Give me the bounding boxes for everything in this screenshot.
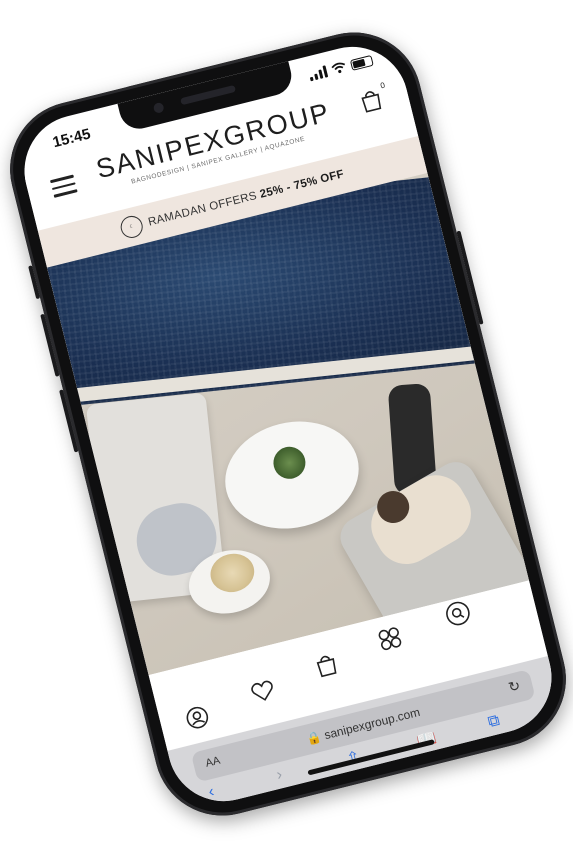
volume-up-button xyxy=(40,313,60,377)
battery-icon xyxy=(349,54,374,71)
wifi-icon xyxy=(331,62,346,74)
signal-bars-icon xyxy=(308,65,329,82)
hamburger-menu-icon[interactable] xyxy=(49,174,78,198)
tabs-icon[interactable]: ⧉ xyxy=(486,712,501,732)
shopping-bag-icon xyxy=(316,655,337,678)
bag-button[interactable] xyxy=(308,647,344,683)
grid-four-icon xyxy=(378,627,402,651)
categories-button[interactable] xyxy=(372,621,408,657)
forward-chevron-icon[interactable]: › xyxy=(275,766,285,785)
photo-stage: 15:45 SANIPEXGROUP BAGNODESIGN | SANIPEX… xyxy=(0,0,573,847)
cart-count: 0 xyxy=(379,80,386,91)
back-chevron-icon[interactable]: ‹ xyxy=(207,783,217,802)
search-icon xyxy=(446,601,470,626)
account-button[interactable] xyxy=(179,699,215,735)
front-camera-icon xyxy=(152,101,165,114)
status-icons xyxy=(308,54,374,82)
phone-frame: 15:45 SANIPEXGROUP BAGNODESIGN | SANIPEX… xyxy=(0,18,573,830)
volume-down-button xyxy=(59,389,79,453)
wishlist-button[interactable] xyxy=(245,673,281,709)
mute-switch xyxy=(28,265,41,300)
status-time: 15:45 xyxy=(50,125,93,152)
crescent-lantern-logo-icon: ☾ xyxy=(118,213,146,241)
cart-button[interactable]: 0 xyxy=(358,81,386,117)
search-button[interactable] xyxy=(440,595,476,631)
heart-icon xyxy=(251,680,273,701)
earpiece-speaker xyxy=(180,84,237,106)
phone-screen: 15:45 SANIPEXGROUP BAGNODESIGN | SANIPEX… xyxy=(12,35,564,813)
user-circle-icon xyxy=(186,706,209,729)
